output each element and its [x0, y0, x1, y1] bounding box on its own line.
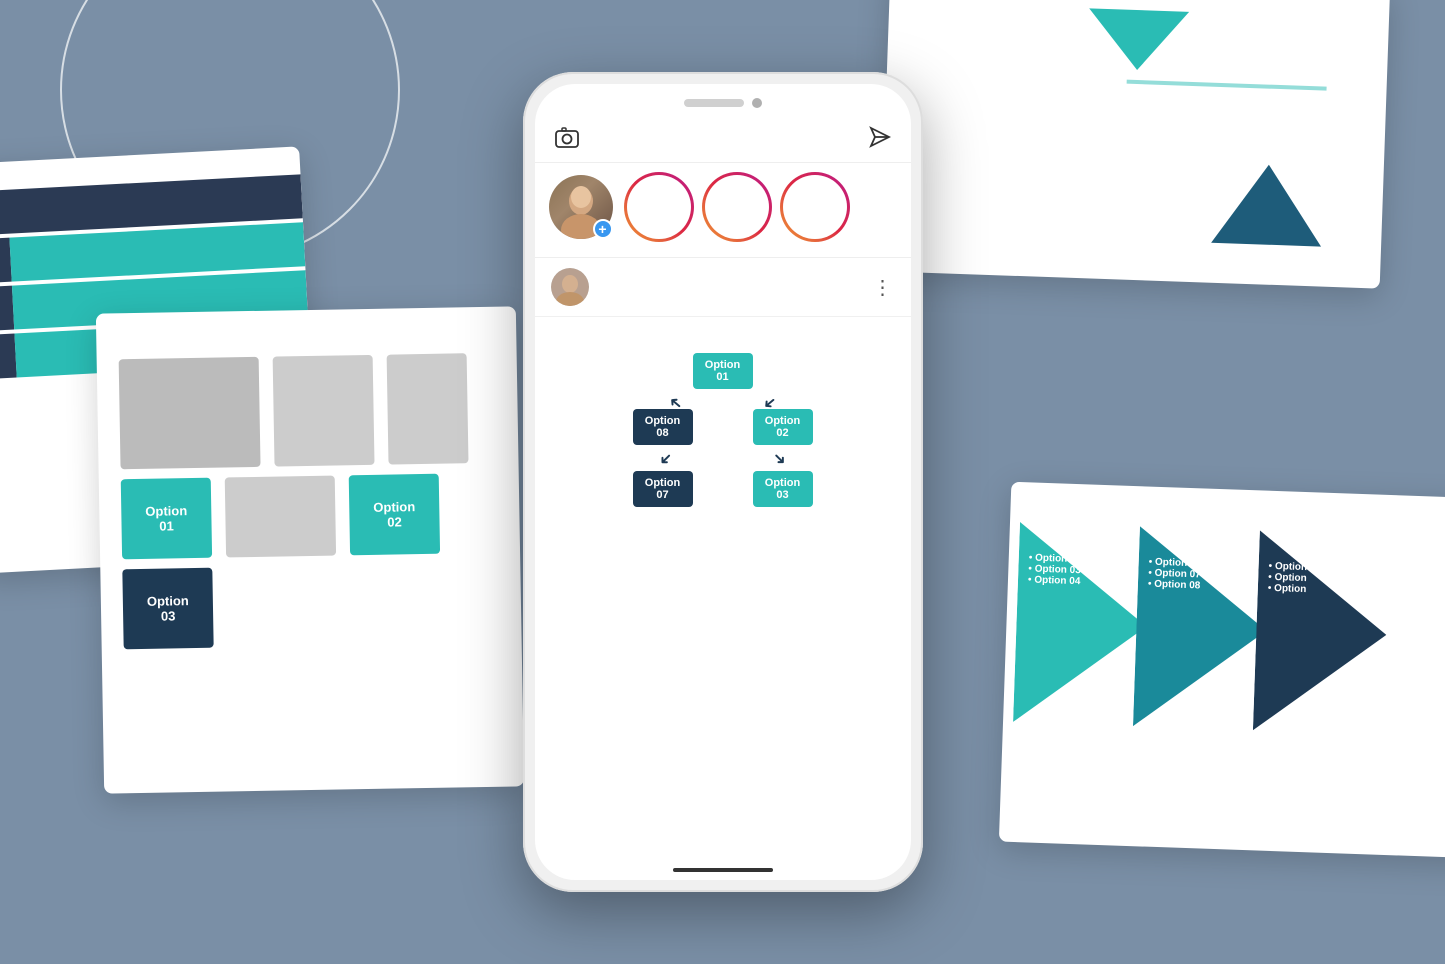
- diag-node-01: Option01: [693, 353, 753, 389]
- story-alex[interactable]: [705, 175, 769, 245]
- arrow-right-down: ➜: [767, 447, 791, 471]
- instagram-screen: +: [535, 116, 911, 860]
- diagram-area: Option01 ➜ ➜ Option08 Option02 ➜: [551, 353, 895, 507]
- instagram-header: [535, 116, 911, 163]
- arrow-down-icon: [1087, 8, 1189, 71]
- diag-node-07: Option07: [633, 471, 693, 507]
- gray-square-2: [273, 355, 375, 467]
- phone-mockup: +: [523, 72, 923, 892]
- camera: [752, 98, 762, 108]
- slide-left-front: Option01 Option02 Option03: [96, 306, 524, 793]
- option-01-box: Option01: [121, 478, 212, 560]
- camera-icon[interactable]: [555, 126, 579, 154]
- send-icon[interactable]: [869, 126, 891, 154]
- col2-item3: • Option 08: [1148, 579, 1201, 592]
- option-03-box: Option03: [122, 568, 213, 650]
- diag-node-02: Option02: [753, 409, 813, 445]
- add-story-button[interactable]: +: [593, 219, 613, 239]
- col3-item3: • Option: [1268, 583, 1307, 595]
- gray-square-4: [225, 476, 336, 558]
- phone-screen-area: +: [535, 84, 911, 880]
- slide-right: • Option 02 • Option 03 • Option 04 • Op…: [999, 482, 1445, 859]
- decorative-line: [1127, 80, 1327, 91]
- stories-row: +: [535, 163, 911, 258]
- speaker: [684, 99, 744, 107]
- story-monica[interactable]: [783, 175, 847, 245]
- post-header: ⋮: [535, 258, 911, 317]
- option-02-box: Option02: [349, 474, 440, 556]
- post-content: Option01 ➜ ➜ Option08 Option02 ➜: [535, 317, 911, 860]
- diag-node-08: Option08: [633, 409, 693, 445]
- gray-square-1: [119, 357, 261, 469]
- story-lia[interactable]: [627, 175, 691, 245]
- gray-square-3: [387, 353, 469, 464]
- phone-notch: [535, 84, 911, 116]
- phone-bottom-bar: [535, 860, 911, 880]
- diag-node-03: Option03: [753, 471, 813, 507]
- col1-item3: • Option 04: [1028, 574, 1081, 587]
- post-author-avatar: [551, 268, 589, 306]
- home-indicator[interactable]: [673, 868, 773, 872]
- slide-top-right: [880, 0, 1390, 289]
- arrow-left-down: ➜: [654, 447, 678, 471]
- more-options-icon[interactable]: ⋮: [873, 275, 895, 300]
- story-your[interactable]: +: [549, 175, 613, 245]
- arrow-up-icon: [1211, 163, 1324, 247]
